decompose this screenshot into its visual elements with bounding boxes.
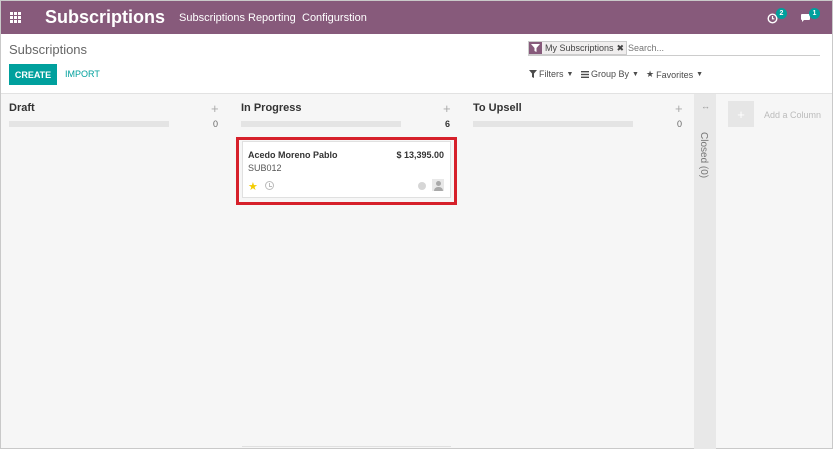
column-title[interactable]: To Upsell xyxy=(473,102,522,114)
messages-badge: 1 xyxy=(809,8,820,19)
column-count: 6 xyxy=(445,119,451,129)
group-by-label: Group By xyxy=(591,69,630,79)
highlight-box xyxy=(236,137,457,205)
chevron-down-icon: ▼ xyxy=(696,71,704,78)
filter-funnel-icon xyxy=(529,42,542,54)
facet-label: My Subscriptions xyxy=(545,43,614,53)
activity-badge: 2 xyxy=(776,8,787,19)
filters-dropdown[interactable]: Filters ▼ xyxy=(529,69,573,79)
kanban-column-draft: Draft + 0 xyxy=(9,94,221,449)
favorites-dropdown[interactable]: ★ Favorites ▼ xyxy=(646,69,703,80)
column-title[interactable]: Draft xyxy=(9,102,35,114)
kanban-column-closed-folded[interactable]: ↔ Closed (0) xyxy=(694,94,716,449)
column-count: 0 xyxy=(677,119,683,129)
menu-configuration[interactable]: Configurstion xyxy=(302,12,367,24)
search-facet[interactable]: My Subscriptions ✖ xyxy=(528,41,628,55)
kanban-column-to-upsell: To Upsell + 0 xyxy=(473,94,685,449)
menu-subscriptions[interactable]: Subscriptions xyxy=(179,12,245,24)
breadcrumb: Subscriptions xyxy=(9,42,88,57)
column-count: 0 xyxy=(213,119,219,129)
card-placeholder xyxy=(242,446,451,448)
expand-arrows-icon: ↔ xyxy=(701,101,710,111)
chevron-down-icon: ▼ xyxy=(632,70,639,78)
favorites-label: Favorites xyxy=(656,69,694,80)
filter-icon xyxy=(529,70,537,78)
group-by-dropdown[interactable]: Group By ▼ xyxy=(581,69,639,79)
quick-add-icon[interactable]: + xyxy=(211,101,219,116)
add-column-label[interactable]: Add a Column xyxy=(764,110,821,120)
menu-reporting[interactable]: Reporting xyxy=(248,12,296,24)
kanban-view: Draft + 0 In Progress + 6 To Upsell + 0 … xyxy=(1,93,832,449)
apps-grid-icon[interactable] xyxy=(10,12,22,24)
add-column-icon[interactable]: + xyxy=(728,101,754,127)
search-input[interactable] xyxy=(628,41,813,55)
messages-chat-icon[interactable]: 1 xyxy=(800,8,820,26)
folded-column-label: Closed (0) xyxy=(698,132,709,179)
column-title[interactable]: In Progress xyxy=(241,102,302,114)
search-bar[interactable]: My Subscriptions ✖ xyxy=(528,40,820,56)
column-progress-bar xyxy=(241,121,401,127)
activity-clock-icon[interactable]: 2 xyxy=(767,8,787,26)
facet-remove-icon[interactable]: ✖ xyxy=(617,43,627,54)
quick-add-icon[interactable]: + xyxy=(443,101,451,116)
top-navbar: Subscriptions Subscriptions Reporting Co… xyxy=(1,1,832,34)
star-icon: ★ xyxy=(646,69,655,79)
group-by-icon xyxy=(581,70,589,78)
quick-add-icon[interactable]: + xyxy=(675,101,683,116)
column-progress-bar xyxy=(473,121,633,127)
create-button[interactable]: CREATE xyxy=(9,64,57,85)
chevron-down-icon: ▼ xyxy=(566,70,574,78)
app-brand[interactable]: Subscriptions xyxy=(45,7,165,28)
import-button[interactable]: IMPORT xyxy=(65,69,100,79)
filters-label: Filters xyxy=(539,69,564,79)
column-progress-bar xyxy=(9,121,169,127)
